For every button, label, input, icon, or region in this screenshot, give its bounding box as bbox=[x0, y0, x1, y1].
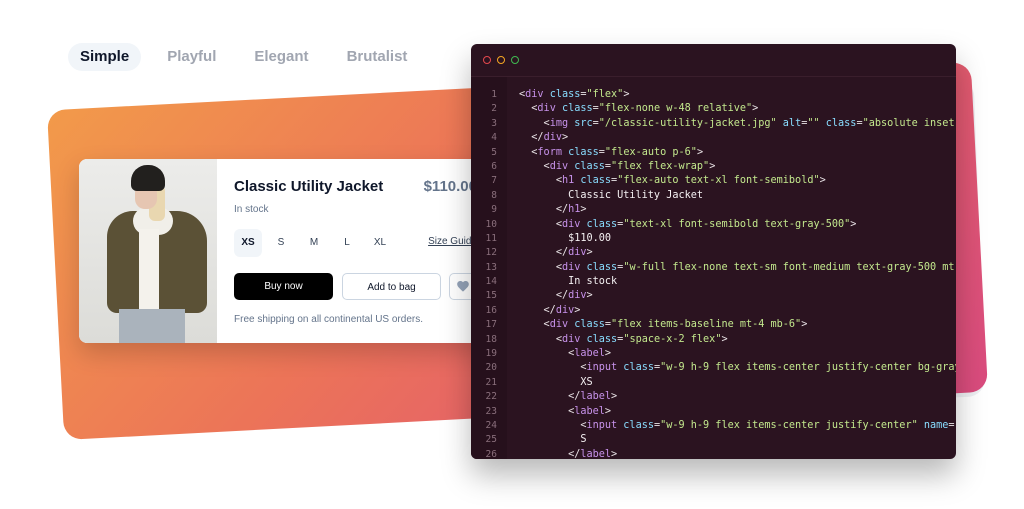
code-line: <div class="flex"> bbox=[519, 89, 630, 100]
code-line: </div> bbox=[555, 290, 593, 302]
code-line: <div class="space-x-2 flex"> bbox=[555, 333, 728, 345]
size-options: XS S M L XL bbox=[234, 229, 399, 257]
line-number: 15 bbox=[485, 290, 497, 302]
code-line: <input class="w-9 h-9 flex items-center … bbox=[580, 362, 956, 374]
code-line: <div class="text-xl font-semibold text-g… bbox=[555, 218, 857, 230]
line-number: 23 bbox=[485, 405, 497, 417]
size-option-l[interactable]: L bbox=[333, 229, 361, 257]
line-number: 17 bbox=[485, 319, 497, 331]
close-dot-icon[interactable] bbox=[483, 56, 491, 64]
code-line: <input class="w-9 h-9 flex items-center … bbox=[580, 419, 956, 431]
code-line: </div> bbox=[543, 304, 581, 316]
code-line: </label> bbox=[568, 448, 618, 459]
line-number: 4 bbox=[491, 132, 497, 144]
line-number: 22 bbox=[485, 391, 497, 403]
stock-status: In stock bbox=[234, 204, 269, 215]
code-line: <div class="w-full flex-none text-sm fon… bbox=[555, 261, 956, 273]
line-number: 19 bbox=[485, 348, 497, 360]
code-line: </h1> bbox=[555, 204, 587, 216]
code-lines: <div class="flex"> <div class="flex-none… bbox=[507, 77, 956, 459]
code-line: <label> bbox=[568, 348, 612, 360]
code-line: </div> bbox=[531, 132, 569, 144]
code-line: </div> bbox=[555, 247, 593, 259]
line-number: 21 bbox=[485, 376, 497, 388]
window-titlebar bbox=[471, 44, 956, 77]
line-number: 20 bbox=[485, 362, 497, 374]
line-number: 10 bbox=[485, 218, 497, 230]
line-number: 16 bbox=[485, 304, 497, 316]
maximize-dot-icon[interactable] bbox=[511, 56, 519, 64]
size-option-xs[interactable]: XS bbox=[234, 229, 262, 257]
line-number: 13 bbox=[485, 261, 497, 273]
code-line: <div class="flex flex-wrap"> bbox=[543, 160, 716, 172]
code-editor-window: 1 2 3 4 5 6 7 8 9 10 11 12 13 14 15 16 17 18 19 20 21 22 23 24 2… bbox=[471, 44, 956, 459]
tab-simple[interactable]: Simple bbox=[68, 43, 142, 71]
product-image bbox=[79, 159, 217, 343]
add-to-bag-button[interactable]: Add to bag bbox=[342, 273, 441, 300]
line-number: 9 bbox=[491, 204, 497, 216]
line-number: 12 bbox=[485, 247, 497, 259]
code-line: <h1 class="flex-auto text-xl font-semibo… bbox=[555, 175, 826, 187]
shipping-note: Free shipping on all continental US orde… bbox=[234, 314, 423, 325]
style-tabs: Simple Playful Elegant Brutalist bbox=[68, 43, 433, 71]
line-number-gutter: 1 2 3 4 5 6 7 8 9 10 11 12 13 14 15 16 17 18 19 20 21 22 23 24 2… bbox=[471, 77, 507, 459]
line-number: 6 bbox=[491, 160, 497, 172]
product-price: $110.00 bbox=[423, 178, 477, 195]
tab-playful[interactable]: Playful bbox=[155, 43, 228, 71]
line-number: 24 bbox=[485, 419, 497, 431]
code-line: S bbox=[519, 434, 587, 446]
product-title: Classic Utility Jacket bbox=[234, 178, 384, 195]
minimize-dot-icon[interactable] bbox=[497, 56, 505, 64]
line-number: 2 bbox=[491, 103, 497, 115]
line-number: 25 bbox=[485, 434, 497, 446]
code-line: XS bbox=[519, 376, 593, 388]
product-info: Classic Utility Jacket $110.00 In stock … bbox=[217, 159, 494, 343]
line-number: 14 bbox=[485, 276, 497, 288]
code-line: Classic Utility Jacket bbox=[519, 189, 704, 201]
buy-now-button[interactable]: Buy now bbox=[234, 273, 333, 300]
tab-brutalist[interactable]: Brutalist bbox=[335, 43, 420, 71]
code-line: <div class="flex-none w-48 relative"> bbox=[531, 103, 759, 115]
line-number: 3 bbox=[491, 117, 497, 129]
code-line: <div class="flex items-baseline mt-4 mb-… bbox=[543, 319, 808, 331]
line-number: 1 bbox=[491, 89, 497, 100]
size-option-s[interactable]: S bbox=[267, 229, 295, 257]
card-actions: Buy now Add to bag bbox=[234, 273, 476, 300]
product-card: Classic Utility Jacket $110.00 In stock … bbox=[79, 159, 494, 343]
size-option-xl[interactable]: XL bbox=[366, 229, 394, 257]
code-line: $110.00 bbox=[519, 232, 612, 244]
code-line: <form class="flex-auto p-6"> bbox=[531, 146, 704, 158]
line-number: 7 bbox=[491, 175, 497, 187]
size-option-m[interactable]: M bbox=[300, 229, 328, 257]
code-line: <label> bbox=[568, 405, 612, 417]
code-line: <img src="/classic-utility-jacket.jpg" a… bbox=[543, 117, 956, 129]
code-body: 1 2 3 4 5 6 7 8 9 10 11 12 13 14 15 16 17 18 19 20 21 22 23 24 2… bbox=[471, 77, 956, 459]
line-number: 26 bbox=[485, 448, 497, 459]
line-number: 18 bbox=[485, 333, 497, 345]
code-line: </label> bbox=[568, 391, 618, 403]
tab-elegant[interactable]: Elegant bbox=[242, 43, 320, 71]
size-guide-link[interactable]: Size Guide bbox=[428, 236, 477, 247]
line-number: 8 bbox=[491, 189, 497, 201]
code-line: In stock bbox=[519, 276, 618, 288]
line-number: 11 bbox=[485, 232, 497, 244]
line-number: 5 bbox=[491, 146, 497, 158]
heart-icon bbox=[456, 281, 469, 292]
